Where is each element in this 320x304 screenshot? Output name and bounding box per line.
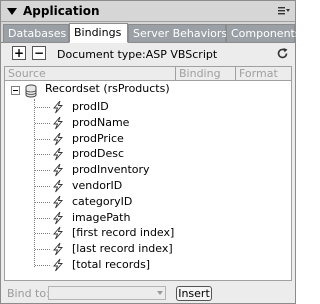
recordset-icon: [25, 84, 37, 98]
recordset-node[interactable]: Recordset (rsProducts): [5, 81, 291, 98]
lightning-bolt-icon: [53, 258, 63, 272]
collapse-arrow-icon[interactable]: [7, 7, 17, 15]
lightning-bolt-icon: [53, 211, 63, 224]
field-row[interactable]: prodID: [5, 99, 291, 115]
lightning-bolt-icon: [53, 132, 63, 145]
field-row[interactable]: categoryID: [5, 194, 291, 210]
tab-components[interactable]: Components: [226, 24, 301, 42]
panel-tabs: Databases Bindings Server Behaviors Comp…: [1, 22, 301, 43]
document-type-label: Document type:ASP VBScript: [57, 48, 218, 61]
bind-to-select[interactable]: [48, 286, 166, 300]
field-row[interactable]: [first record index]: [5, 225, 291, 241]
field-label: prodDesc: [72, 147, 124, 161]
field-label: prodInventory: [72, 163, 150, 177]
tree-connector: [35, 265, 50, 266]
field-label: vendorID: [72, 179, 123, 192]
lightning-bolt-icon: [53, 227, 63, 240]
field-row[interactable]: imagePath: [5, 210, 291, 226]
bindings-tree[interactable]: Recordset (rsProducts) prodID prodName pro…: [4, 81, 292, 281]
column-binding[interactable]: Binding: [175, 67, 235, 80]
lightning-bolt-icon: [53, 195, 63, 209]
insert-button[interactable]: Insert: [176, 286, 212, 301]
tree-connector: [35, 201, 50, 203]
lightning-bolt-icon: [53, 116, 63, 130]
collapse-toggle[interactable]: [11, 86, 20, 95]
tab-bindings[interactable]: Bindings: [69, 23, 128, 43]
field-label: [total records]: [72, 258, 151, 271]
tree-connector: [35, 154, 50, 156]
lightning-bolt-icon: [53, 242, 63, 256]
field-row[interactable]: [last record index]: [5, 241, 291, 257]
tree-connector: [35, 107, 50, 108]
field-row[interactable]: prodPrice: [5, 131, 291, 147]
recordset-label: Recordset (rsProducts): [45, 82, 170, 95]
column-source[interactable]: Source: [5, 67, 175, 80]
bind-to-label: Bind to:: [7, 287, 50, 300]
tree-connector: [35, 233, 50, 235]
lightning-bolt-icon: [53, 163, 63, 177]
field-row[interactable]: vendorID: [5, 178, 291, 194]
tree-connector: [35, 170, 50, 172]
panel-titlebar[interactable]: Application: [1, 1, 295, 22]
field-label: prodName: [72, 115, 130, 129]
lightning-bolt-icon: [53, 179, 63, 193]
field-label: prodID: [72, 100, 109, 113]
tree-connector: [35, 186, 50, 187]
field-label: imagePath: [72, 210, 131, 224]
add-binding-button[interactable]: +: [12, 46, 26, 60]
field-row[interactable]: [total records]: [5, 257, 291, 273]
column-header: Source Binding Format: [4, 66, 292, 81]
tree-connector: [35, 249, 50, 251]
refresh-icon[interactable]: [276, 47, 289, 60]
tab-databases[interactable]: Databases: [3, 24, 69, 42]
tab-server-behaviors[interactable]: Server Behaviors: [128, 24, 227, 42]
tree-connector: [35, 138, 50, 140]
bindings-toolbar: + − Document type:ASP VBScript: [1, 43, 295, 65]
application-panel: Application Databases Bindings Server Be…: [0, 0, 301, 304]
field-row[interactable]: prodInventory: [5, 162, 291, 178]
field-row[interactable]: prodName: [5, 115, 291, 131]
remove-binding-button[interactable]: −: [32, 46, 46, 60]
plus-icon: +: [13, 46, 25, 60]
field-label: prodPrice: [72, 131, 124, 145]
tree-connector: [35, 122, 50, 124]
lightning-bolt-icon: [53, 148, 63, 161]
field-label: categoryID: [72, 194, 133, 208]
field-label: [last record index]: [72, 242, 173, 256]
minus-icon: −: [33, 46, 45, 60]
tree-connector: [35, 217, 50, 219]
chevron-down-icon: [157, 291, 163, 295]
field-label: [first record index]: [72, 226, 175, 240]
options-menu-icon[interactable]: [278, 5, 290, 17]
field-row[interactable]: prodDesc: [5, 146, 291, 162]
bottom-bar: Bind to: Insert: [1, 284, 295, 303]
column-format[interactable]: Format: [235, 67, 291, 80]
panel-title: Application: [23, 4, 100, 18]
lightning-bolt-icon: [53, 100, 63, 114]
